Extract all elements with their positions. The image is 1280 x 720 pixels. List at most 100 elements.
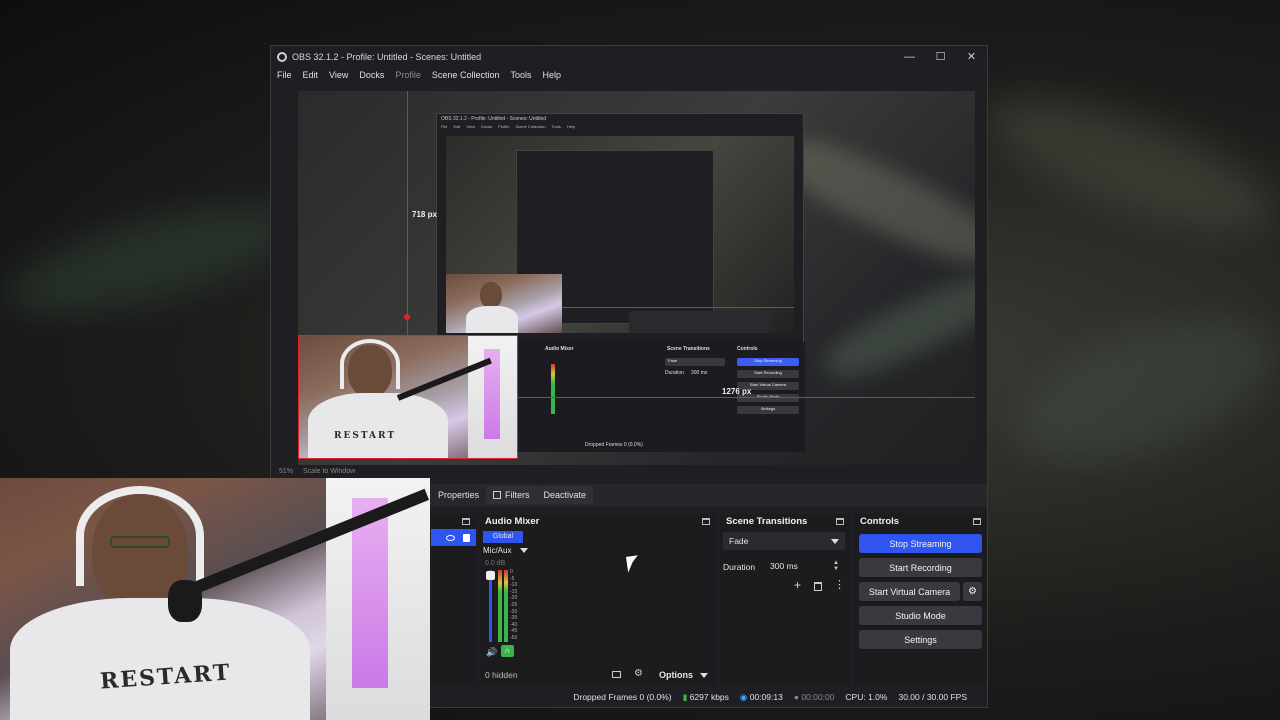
- menu-view[interactable]: View: [329, 70, 348, 80]
- close-button[interactable]: ✕: [956, 46, 987, 67]
- headphone-icon[interactable]: ∩: [501, 645, 514, 657]
- stream-time: ◉ 00:09:13: [740, 692, 783, 703]
- audio-meter-right: [504, 570, 508, 642]
- nested-fade-select: Fade: [665, 358, 725, 366]
- controls-header: Controls: [854, 514, 987, 529]
- nested-duration-label: Duration: [665, 370, 684, 376]
- cpu-usage: CPU: 1.0%: [845, 692, 888, 702]
- mixer-db: 0.0 dB: [485, 560, 506, 567]
- scale-to-window[interactable]: Scale to Window: [303, 468, 355, 475]
- eye-icon[interactable]: [446, 534, 455, 541]
- pin-icon[interactable]: [973, 518, 981, 525]
- gear-icon[interactable]: ⚙: [634, 668, 643, 679]
- maximize-button[interactable]: ☐: [925, 46, 956, 67]
- speaker-icon[interactable]: 🔊: [486, 647, 497, 658]
- nested-menu-item: File: [441, 124, 448, 129]
- meter-tick: -50: [510, 634, 518, 641]
- gear-icon: ⚙: [968, 586, 977, 597]
- spin-arrows-icon[interactable]: ▲ ▼: [833, 560, 839, 572]
- menu-docks[interactable]: Docks: [359, 70, 384, 80]
- start-virtual-camera-button[interactable]: Start Virtual Camera: [859, 582, 960, 601]
- plus-icon[interactable]: +: [794, 578, 801, 592]
- background-streak: [0, 182, 306, 338]
- chevron-down-icon: [699, 673, 708, 678]
- mixer-hidden-count: 0 hidden: [485, 670, 518, 680]
- volume-fader-handle[interactable]: [486, 571, 495, 580]
- obs-logo-icon: [277, 51, 287, 62]
- menu-file[interactable]: File: [277, 70, 292, 80]
- minimize-button[interactable]: —: [894, 46, 925, 67]
- signal-icon: ▮: [682, 691, 688, 702]
- settings-button[interactable]: Settings: [859, 630, 982, 649]
- meter-tick: -45: [510, 628, 518, 635]
- nested-menu-item: Edit: [453, 124, 461, 129]
- selection-box: [298, 335, 518, 459]
- audio-mixer-dock: Audio Mixer Global Mic/Aux 0.0 dB 0 -5 -…: [479, 514, 716, 686]
- guide-horizontal: [518, 397, 975, 398]
- menu-tools[interactable]: Tools: [510, 70, 531, 80]
- guide-vertical: [407, 91, 408, 335]
- nested-menu-item: Docks: [480, 124, 493, 129]
- properties-button[interactable]: Properties: [431, 486, 486, 504]
- scene-transitions-header: Scene Transitions: [720, 514, 850, 529]
- nested-start-recording: Start Recording: [737, 370, 799, 378]
- volume-fader-track[interactable]: [489, 570, 492, 642]
- deactivate-label: Deactivate: [543, 490, 587, 500]
- sources-dock-header: [431, 514, 476, 529]
- menu-profile[interactable]: Profile: [395, 70, 421, 80]
- duration-value: 300 ms: [770, 561, 798, 571]
- controls-title: Controls: [860, 516, 900, 527]
- nested-settings: Settings: [737, 406, 799, 414]
- menu-edit[interactable]: Edit: [303, 70, 319, 80]
- fps: 30.00 / 30.00 FPS: [898, 692, 967, 702]
- transition-select[interactable]: Fade: [723, 532, 845, 550]
- menu-scene-collection[interactable]: Scene Collection: [432, 70, 500, 80]
- virtual-camera-settings-button[interactable]: ⚙: [963, 582, 982, 601]
- stop-streaming-button[interactable]: Stop Streaming: [859, 534, 982, 553]
- preview-zoom-row: 51% Scale to Window: [279, 468, 355, 475]
- deactivate-button[interactable]: Deactivate: [536, 486, 594, 504]
- person-body: [10, 598, 310, 720]
- nested-preview: [446, 136, 794, 333]
- person-head: [480, 282, 502, 308]
- person-body: [466, 306, 518, 333]
- studio-mode-button[interactable]: Studio Mode: [859, 606, 982, 625]
- guide-handle[interactable]: [404, 314, 410, 320]
- lock-icon[interactable]: [463, 533, 470, 542]
- transition-value: Fade: [729, 536, 749, 546]
- pin-icon[interactable]: [702, 518, 710, 525]
- nested-guide-horizontal: [562, 307, 794, 308]
- mixer-channel[interactable]: Mic/Aux: [483, 546, 528, 555]
- controls-dock: Controls Stop Streaming Start Recording …: [854, 514, 987, 686]
- preview-streak: [816, 261, 975, 391]
- stream-time-value: 00:09:13: [749, 691, 783, 702]
- kebab-icon[interactable]: ⋮: [834, 578, 845, 591]
- mixer-options-label: Options: [659, 670, 693, 680]
- filters-icon: [493, 491, 502, 499]
- start-recording-button[interactable]: Start Recording: [859, 558, 982, 577]
- nested-menu-item: Profile: [498, 124, 510, 129]
- trash-icon[interactable]: [814, 582, 822, 591]
- meter-tick: -30: [510, 608, 518, 615]
- filters-button[interactable]: Filters: [486, 486, 537, 504]
- chevron-down-icon[interactable]: [519, 548, 528, 553]
- pin-icon[interactable]: [462, 518, 470, 525]
- menu-help[interactable]: Help: [542, 70, 561, 80]
- chevron-down-icon: [831, 538, 839, 544]
- mixer-layout-icon[interactable]: [612, 671, 621, 678]
- mixer-options-button[interactable]: Options: [659, 670, 708, 680]
- height-label: 718 px: [412, 210, 437, 219]
- record-time-value: 00:00:00: [801, 692, 835, 702]
- preview-canvas[interactable]: OBS 32.1.2 - Profile: Untitled - Scenes:…: [298, 91, 975, 465]
- nested-status: Dropped Frames 0 (0.0%): [585, 442, 643, 448]
- meter-tick: -20: [510, 595, 518, 602]
- zoom-value: 51%: [279, 468, 294, 475]
- duration-spinbox[interactable]: 300 ms ▲ ▼: [764, 557, 845, 575]
- nested-controls-title: Controls: [737, 346, 758, 352]
- nested-audio-mixer-title: Audio Mixer: [545, 346, 574, 352]
- stream-icon: ◉: [739, 691, 748, 702]
- nested-stop-streaming: Stop Streaming: [737, 358, 799, 366]
- source-row-selected[interactable]: [431, 529, 476, 546]
- mixer-tab-global[interactable]: Global: [483, 531, 523, 543]
- pin-icon[interactable]: [836, 518, 844, 525]
